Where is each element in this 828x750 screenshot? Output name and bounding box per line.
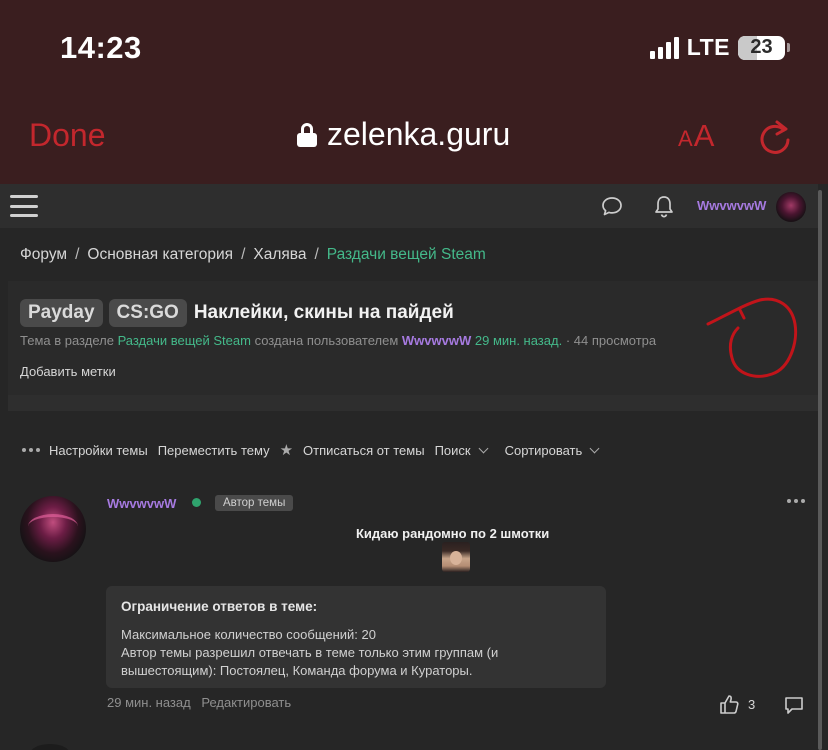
reply-limit-title: Ограничение ответов в теме: [121,599,318,614]
post-author-avatar[interactable] [20,496,86,562]
text-size-large: A [693,118,715,153]
chevron-down-icon [589,443,600,453]
breadcrumb-main-category[interactable]: Основная категория [87,246,233,264]
more-icon[interactable] [22,448,40,452]
battery-level: 23 [750,36,773,58]
prefix-payday[interactable]: Payday [20,299,103,327]
breadcrumb-separator: / [75,246,80,263]
post-text: Кидаю рандомно по 2 шмотки [356,526,550,541]
search-label: Поиск [434,442,471,458]
sort-label: Сортировать [504,442,583,458]
author-badge: Автор темы [215,495,294,511]
chevron-down-icon [478,443,489,453]
next-post-avatar [30,744,70,750]
done-button[interactable]: Done [29,117,106,154]
thread-meta: Тема в разделе Раздачи вещей Steam созда… [20,333,656,348]
reply-limit-box: Ограничение ответов в теме: Максимальное… [106,586,606,688]
site-header: WwvwvwW [0,184,818,228]
add-tags-link[interactable]: Добавить метки [20,364,116,379]
move-thread-button[interactable]: Переместить тему [158,443,270,458]
post-author-name[interactable]: WwvwvwW [107,496,176,511]
post-image [442,542,470,572]
meta-prefix: Тема в разделе [20,333,114,348]
red-scribble-annotation [706,297,798,378]
text-size-small: A [678,126,693,151]
section-divider [8,395,818,411]
prefix-csgo[interactable]: CS:GO [108,299,187,327]
post-more-icon[interactable] [787,499,805,503]
chat-icon[interactable] [601,195,623,217]
unsubscribe-button[interactable]: Отписаться от темы [303,443,425,458]
thumbs-up-icon [720,695,739,714]
status-indicators: LTE 23 [649,34,790,61]
breadcrumb: Форум / Основная категория / Халява / Ра… [20,246,486,264]
meta-views: · 44 просмотра [565,333,657,348]
reload-icon[interactable] [757,116,793,156]
reply-limit-max: Максимальное количество сообщений: 20 [121,627,376,642]
like-count: 3 [748,697,756,712]
meta-author-link[interactable]: WwvwvwW [402,333,471,348]
thread-title-row: Payday CS:GO Наклейки, скины на пайдей [20,299,454,327]
breadcrumb-separator: / [241,246,246,263]
sort-dropdown[interactable]: Сортировать [504,442,600,458]
post-time[interactable]: 29 мин. назад [107,695,191,710]
signal-icon [649,36,679,59]
text-size-button[interactable]: AA [678,118,714,154]
reply-limit-groups-line-2: вышестоящим): Постоялец, Команда форума … [121,663,473,678]
thread-settings-button[interactable]: Настройки темы [49,443,148,458]
battery-icon: 23 [738,35,785,60]
page-scrollbar[interactable] [818,190,822,750]
meta-section-link[interactable]: Раздачи вещей Steam [118,333,251,348]
search-dropdown[interactable]: Поиск [434,442,489,458]
thread-toolbar: Настройки темы Переместить тему ★ Отписа… [22,441,608,459]
thread-title: Наклейки, скины на пайдей [193,302,454,323]
reply-limit-groups-line-1: Автор темы разрешил отвечать в теме толь… [121,645,499,660]
edit-link[interactable]: Редактировать [201,695,291,710]
lock-icon [297,122,317,147]
browser-chrome: 14:23 LTE 23 Done zelenka.guru AA [0,0,828,184]
reply-icon[interactable] [784,696,804,714]
battery-tip [787,43,790,52]
post-footer: 29 мин. назад Редактировать [107,695,298,710]
menu-icon[interactable] [10,195,38,217]
breadcrumb-current[interactable]: Раздачи вещей Steam [327,246,486,264]
status-time: 14:23 [60,30,142,65]
like-button[interactable]: 3 [719,695,755,714]
breadcrumb-forum[interactable]: Форум [20,246,67,264]
meta-time: 29 мин. назад. [474,333,563,348]
network-label: LTE [686,34,730,60]
header-username[interactable]: WwvwvwW [697,198,766,213]
address-bar[interactable]: zelenka.guru [297,116,510,153]
breadcrumb-separator: / [314,246,319,263]
breadcrumb-freebies[interactable]: Халява [253,246,306,264]
header-avatar[interactable] [776,192,806,222]
bell-icon[interactable] [653,194,675,218]
meta-created-by: создана пользователем [254,333,399,348]
url-text: zelenka.guru [327,116,511,152]
online-status-icon [192,498,201,507]
star-icon[interactable]: ★ [280,441,293,459]
